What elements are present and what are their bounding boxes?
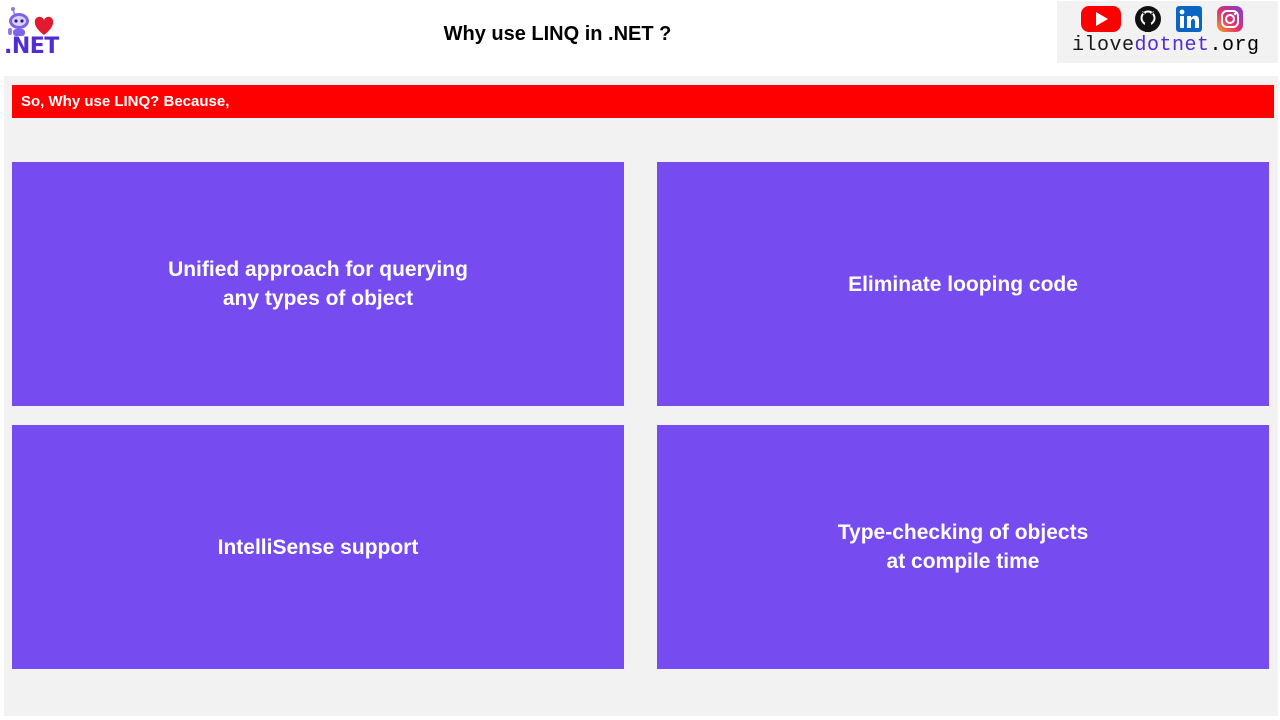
site-url-part: i bbox=[1072, 34, 1085, 57]
card-text: Type-checking of objects at compile time bbox=[837, 521, 1089, 573]
content-panel: So, Why use LINQ? Because, Unified appro… bbox=[4, 76, 1278, 716]
site-url-part: love bbox=[1084, 34, 1135, 57]
reason-card-eliminate-looping: Eliminate looping code bbox=[657, 162, 1269, 406]
page: .NET Why use LINQ in .NET ? ilovedotnet.… bbox=[0, 0, 1280, 720]
reason-card-unified-querying: Unified approach for querying any types … bbox=[12, 162, 624, 406]
youtube-icon[interactable] bbox=[1081, 5, 1121, 33]
reason-card-intellisense: IntelliSense support bbox=[12, 425, 624, 669]
github-icon[interactable] bbox=[1134, 5, 1162, 33]
linkedin-icon[interactable] bbox=[1175, 5, 1203, 33]
card-text: IntelliSense support bbox=[217, 535, 419, 559]
card-text: Eliminate looping code bbox=[848, 272, 1078, 296]
site-url-part: dotnet bbox=[1134, 34, 1210, 57]
card-text: Unified approach for querying any types … bbox=[168, 258, 468, 310]
site-url[interactable]: ilovedotnet.org bbox=[1072, 34, 1260, 57]
dotnet-bot-logo: .NET bbox=[4, 4, 64, 62]
site-url-part: .org bbox=[1209, 34, 1260, 57]
brand-box: ilovedotnet.org bbox=[1057, 1, 1278, 63]
instagram-icon[interactable] bbox=[1216, 5, 1244, 33]
social-icons bbox=[1081, 5, 1244, 33]
logo-text: .NET bbox=[4, 34, 59, 59]
section-banner: So, Why use LINQ? Because, bbox=[12, 85, 1274, 118]
reason-card-type-checking: Type-checking of objects at compile time bbox=[657, 425, 1269, 669]
page-title: Why use LINQ in .NET ? bbox=[443, 23, 672, 45]
